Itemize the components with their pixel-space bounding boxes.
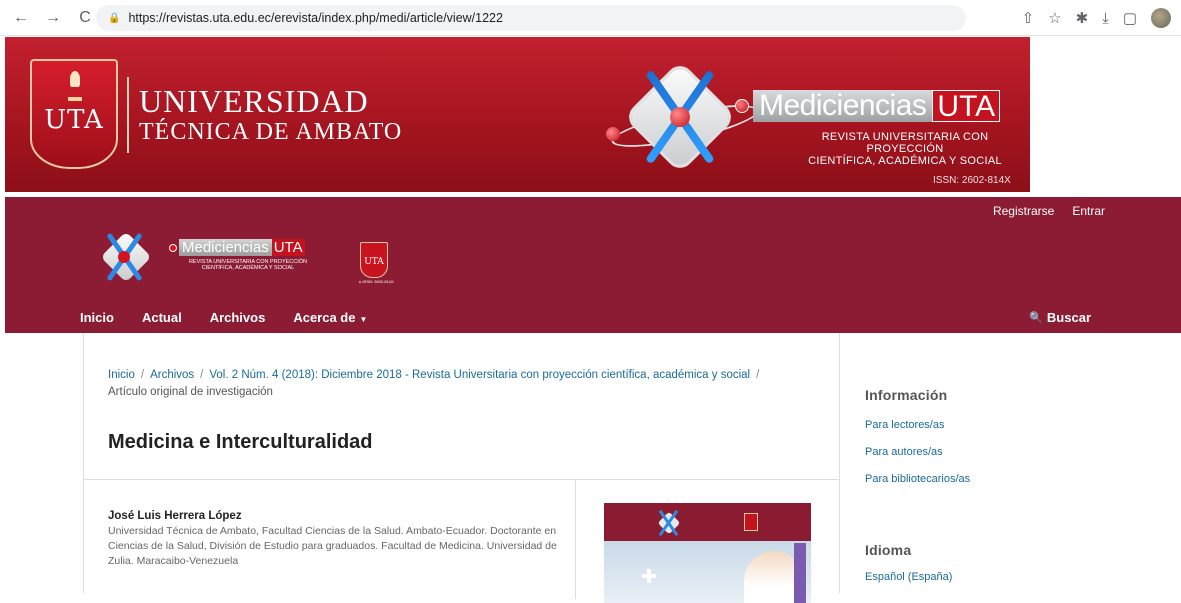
forward-arrow-icon[interactable]: → xyxy=(44,9,62,27)
nav-item-actual[interactable]: Actual xyxy=(142,310,182,325)
breadcrumb-issue[interactable]: Vol. 2 Núm. 4 (2018): Diciembre 2018 - R… xyxy=(209,369,750,381)
red-sphere-icon xyxy=(735,99,749,113)
sidebar-language-title: Idioma xyxy=(865,542,912,558)
molecule-diamond-icon xyxy=(606,57,762,177)
breadcrumb-separator: / xyxy=(140,369,145,381)
medical-cross-icon xyxy=(642,569,656,583)
journal-subtitle: REVISTA UNIVERSITARIA CON PROYECCIÓN CIE… xyxy=(790,131,1020,167)
mini-uta-shield: UTA xyxy=(360,242,388,278)
url-text[interactable]: https://revistas.uta.edu.ec/erevista/ind… xyxy=(128,11,503,25)
reload-icon[interactable]: C xyxy=(76,9,94,27)
bookmark-star-icon[interactable]: ☆ xyxy=(1048,9,1061,27)
breadcrumb-current-section: Artículo original de investigación xyxy=(108,386,273,398)
shield-text: UTA xyxy=(44,105,104,135)
journal-subtitle-line2: CIENTÍFICA, ACADÉMICA Y SOCIAL xyxy=(808,155,1002,167)
extensions-puzzle-icon[interactable]: ✱ xyxy=(1076,9,1089,27)
caret-down-icon: ▼ xyxy=(359,315,368,324)
mini-issn-label: e-ISSN: 2602-814X xyxy=(359,279,394,284)
logo-journal-name: Mediciencias xyxy=(179,239,272,256)
profile-avatar[interactable] xyxy=(1151,8,1171,28)
author-block: José Luis Herrera López Universidad Técn… xyxy=(108,510,568,569)
link-for-librarians[interactable]: Para bibliotecarios/as xyxy=(865,472,970,486)
mediciencias-logo: Mediciencias UTA REVISTA UNIVERSITARIA C… xyxy=(600,47,1020,187)
breadcrumb-home[interactable]: Inicio xyxy=(108,369,135,381)
language-option-es[interactable]: Español (España) xyxy=(865,570,952,584)
download-icon[interactable]: ⤓ xyxy=(1102,10,1109,27)
breadcrumb-archives[interactable]: Archivos xyxy=(150,369,194,381)
site-header: Registrarse Entrar Mediciencias UTA REVI… xyxy=(5,197,1181,333)
primary-nav: Inicio Actual Archivos Acerca de ▼ xyxy=(80,310,367,325)
breadcrumb-separator: / xyxy=(200,369,204,381)
author-affiliation: Universidad Técnica de Ambato, Facultad … xyxy=(108,525,557,567)
logo-subtitle: REVISTA UNIVERSITARIA CON PROYECCIÓN CIE… xyxy=(188,259,308,271)
university-name: UNIVERSIDAD TÉCNICA DE AMBATO xyxy=(139,85,402,144)
university-banner: UTA UNIVERSIDAD TÉCNICA DE AMBATO Medici… xyxy=(5,37,1030,192)
link-for-readers[interactable]: Para lectores/as xyxy=(865,418,970,432)
breadcrumb: Inicio / Archivos / Vol. 2 Núm. 4 (2018): Di… xyxy=(108,367,818,401)
university-name-line1: UNIVERSIDAD xyxy=(139,83,369,119)
user-nav: Registrarse Entrar xyxy=(993,204,1105,218)
register-link[interactable]: Registrarse xyxy=(993,204,1054,218)
side-panel-icon[interactable]: ▢ xyxy=(1123,9,1137,27)
breadcrumb-separator: / xyxy=(756,369,760,381)
uta-shield-logo: UTA xyxy=(30,59,118,169)
search-label: Buscar xyxy=(1046,310,1091,325)
journal-name: Mediciencias xyxy=(753,90,933,122)
address-bar[interactable]: 🔒 https://revistas.uta.edu.ec/erevista/i… xyxy=(96,5,966,31)
issn-label: ISSN: 2602-814X xyxy=(933,175,1011,186)
journal-subtitle-line1: REVISTA UNIVERSITARIA CON PROYECCIÓN xyxy=(821,131,989,155)
torch-icon xyxy=(68,71,82,101)
login-link[interactable]: Entrar xyxy=(1072,204,1105,218)
issue-cover-image[interactable] xyxy=(604,503,811,603)
journal-suffix: UTA xyxy=(932,90,1001,123)
search-link[interactable]: 🔍 Buscar xyxy=(1029,310,1091,325)
article-title: Medicina e Interculturalidad xyxy=(108,431,373,453)
university-name-line2: TÉCNICA DE AMBATO xyxy=(139,119,403,145)
content-divider xyxy=(84,479,839,480)
banner-divider xyxy=(127,77,129,153)
main-content: Inicio / Archivos / Vol. 2 Núm. 4 (2018): Di… xyxy=(83,333,840,603)
search-icon: 🔍 xyxy=(1029,312,1043,324)
molecule-diamond-icon xyxy=(91,229,161,285)
sidebar-info-title: Información xyxy=(865,387,948,403)
back-arrow-icon[interactable]: ← xyxy=(12,9,30,27)
browser-toolbar: ← → C 🔒 https://revistas.uta.edu.ec/erev… xyxy=(0,0,1181,36)
logo-journal-suffix: UTA xyxy=(271,239,305,256)
column-divider xyxy=(575,479,576,599)
nav-item-inicio[interactable]: Inicio xyxy=(80,310,114,325)
link-for-authors[interactable]: Para autores/as xyxy=(865,445,970,459)
nav-item-archivos[interactable]: Archivos xyxy=(210,310,266,325)
header-journal-logo[interactable]: Mediciencias UTA REVISTA UNIVERSITARIA C… xyxy=(83,227,323,287)
share-icon[interactable]: ⇧ xyxy=(1022,9,1035,27)
lock-icon[interactable]: 🔒 xyxy=(108,13,120,24)
nav-item-acerca-de-label: Acerca de xyxy=(293,310,356,325)
author-name: José Luis Herrera López xyxy=(108,510,242,522)
nav-item-acerca-de[interactable]: Acerca de ▼ xyxy=(293,310,367,325)
